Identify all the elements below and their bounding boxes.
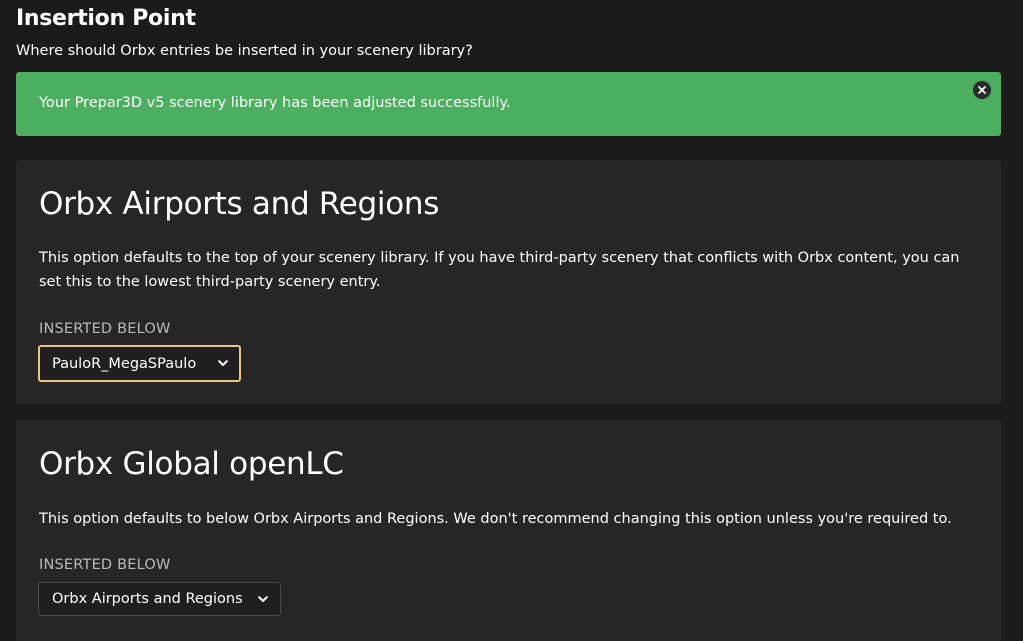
success-alert: Your Prepar3D v5 scenery library has bee… [16, 72, 1001, 136]
chevron-down-icon [218, 360, 228, 367]
select-value: PauloR_MegaSPaulo [52, 355, 197, 372]
section-title: Orbx Airports and Regions [39, 186, 440, 222]
section-description: This option defaults to the top of your … [39, 250, 960, 290]
alert-message: Your Prepar3D v5 scenery library has bee… [39, 95, 511, 111]
page-subtitle: Where should Orbx entries be inserted in… [16, 43, 473, 59]
page-title: Insertion Point [16, 6, 196, 31]
section-title: Orbx Global openLC [39, 446, 344, 482]
inserted-below-label: INSERTED BELOW [39, 321, 171, 337]
close-icon[interactable] [973, 81, 991, 99]
section-airports-regions: Orbx Airports and Regions This option de… [16, 160, 1001, 404]
inserted-below-select[interactable]: Orbx Airports and Regions [38, 582, 281, 616]
inserted-below-label: INSERTED BELOW [39, 557, 171, 573]
select-value: Orbx Airports and Regions [52, 591, 243, 607]
chevron-down-icon [258, 595, 268, 603]
section-description: This option defaults to below Orbx Airpo… [39, 511, 952, 527]
inserted-below-select[interactable]: PauloR_MegaSPaulo [38, 345, 241, 382]
section-global-openlc: Orbx Global openLC This option defaults … [16, 420, 1001, 641]
insertion-point-page: Insertion Point Where should Orbx entrie… [0, 0, 1023, 641]
